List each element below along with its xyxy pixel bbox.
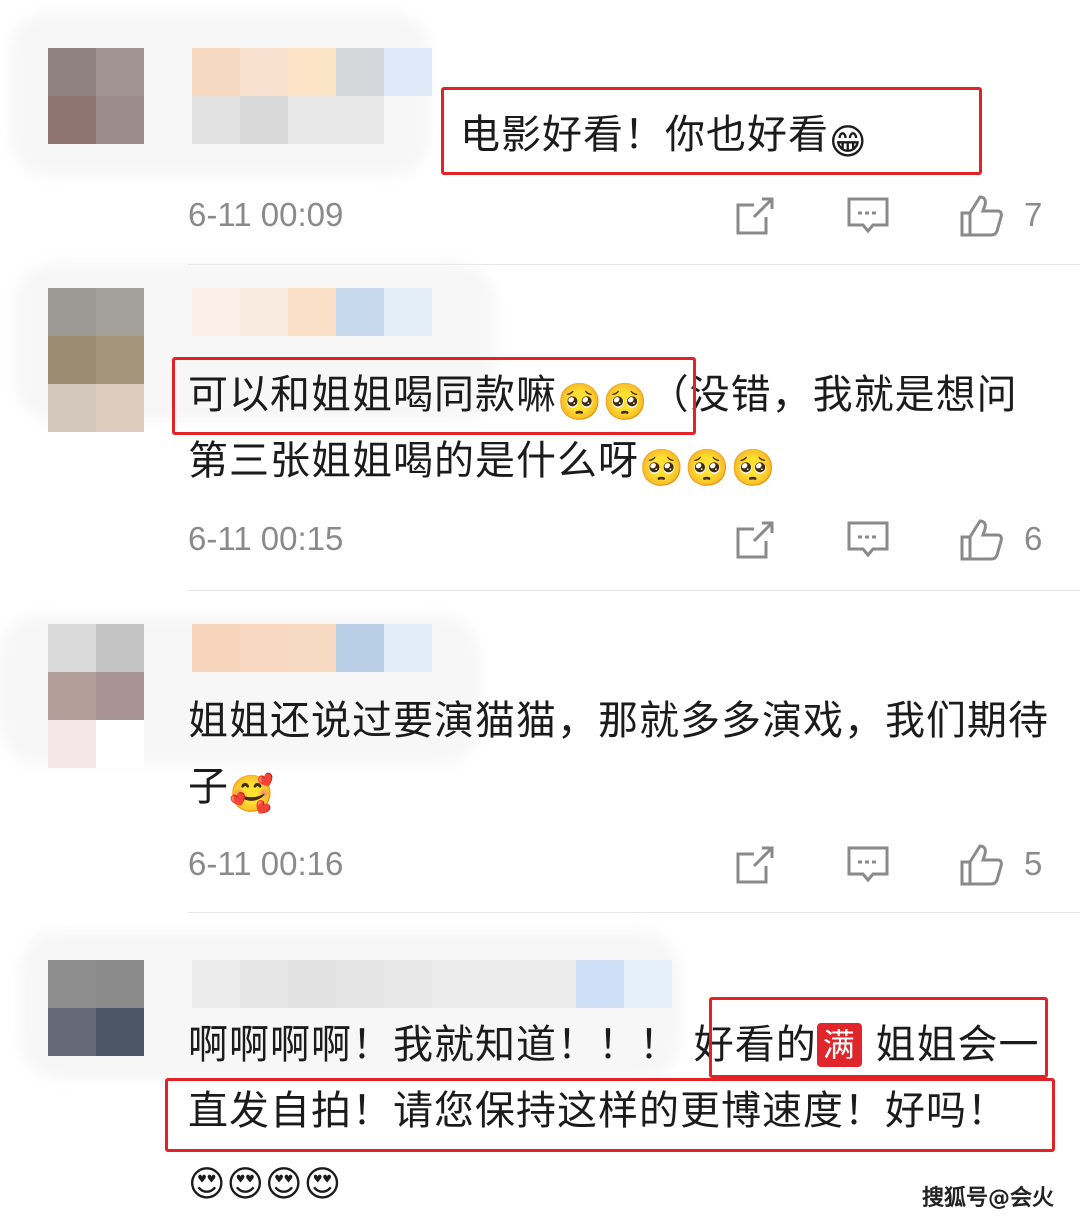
repost-button[interactable] [732,193,778,239]
comment-text: 电影好看！你也好看😁 [460,102,1080,168]
like-button[interactable] [958,517,1004,563]
divider [188,590,1080,591]
pleading-emoji-icon: 🥺🥺🥺 [639,448,777,489]
avatar[interactable] [48,624,144,768]
avatar[interactable] [48,48,144,144]
share-edit-icon [736,846,774,884]
comment-text: 可以和姐姐喝同款嘛🥺🥺（没错，我就是想问第三张姐姐喝的是什么呀🥺🥺🥺 [188,362,1058,494]
timestamp: 6-11 00:16 [188,845,344,882]
avatar[interactable] [48,288,144,432]
comment-text-part: 电影好看！你也好看 [460,112,829,158]
username-blurred[interactable] [192,48,432,96]
like-count: 6 [1024,520,1043,557]
timestamp: 6-11 00:09 [188,196,344,233]
watermark: 搜狐号@会火 [921,1186,1054,1211]
username-blurred[interactable] [192,624,432,672]
comment-icon [847,521,889,558]
grin-emoji-icon: 😁 [829,122,868,163]
username-blurred[interactable] [192,288,432,336]
comment-text-part: 可以和姐姐喝同款嘛 [188,372,557,418]
comment-button[interactable] [845,193,891,239]
pleading-emoji-icon: 🥺🥺 [557,382,649,423]
thumbs-up-icon [960,844,1003,886]
comment-text-part: 好看的 [693,1022,817,1068]
share-edit-icon [736,197,774,235]
share-edit-icon [736,521,774,559]
like-count: 7 [1024,196,1043,233]
comment-button[interactable] [845,842,891,888]
comment-button[interactable] [845,517,891,563]
thumbs-up-icon [960,519,1003,561]
like-button[interactable] [958,842,1004,888]
username-blurred[interactable] [192,960,672,1008]
hugging-emoji-icon: 🥰 [229,774,275,815]
heart-eyes-emoji-icon: 😍😍😍😍 [188,1164,343,1205]
comment-text-part: 啊啊啊啊！我就知道！！！ [188,1022,680,1068]
repost-button[interactable] [732,842,778,888]
man-badge-icon: 满 [816,1023,862,1067]
divider [188,912,1080,913]
like-count: 5 [1024,845,1043,882]
avatar[interactable] [48,960,144,1056]
like-button[interactable] [958,193,1004,239]
comment-icon [847,197,889,234]
repost-button[interactable] [732,517,778,563]
comment-icon [847,846,889,883]
thumbs-up-icon [960,195,1003,237]
comment-text-part: 姐姐还说过要演猫猫，那就多多演戏，我们期待子 [188,698,1049,810]
timestamp: 6-11 00:15 [188,520,344,557]
comment-text: 姐姐还说过要演猫猫，那就多多演戏，我们期待子🥰 [188,688,1058,820]
